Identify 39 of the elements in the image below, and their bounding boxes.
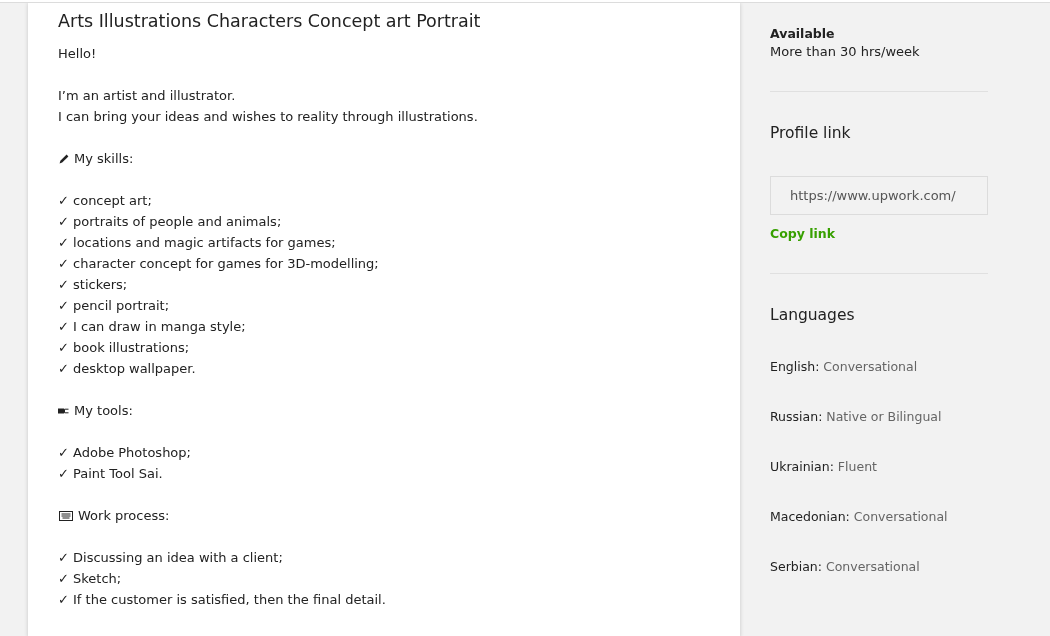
profile-title: Arts Illustrations Characters Concept art Portrait — [58, 10, 481, 33]
list-item: ✓ Sketch; — [58, 570, 122, 588]
keyboard-icon — [59, 510, 73, 521]
language-name: English: — [770, 358, 820, 376]
list-item: ✓ portraits of people and animals; — [58, 213, 282, 231]
language-proficiency: Fluent — [837, 458, 877, 476]
list-item: ✓ Paint Tool Sai. — [58, 465, 163, 483]
list-item: ✓ book illustrations; — [58, 339, 190, 357]
list-item: ✓ If the customer is satisfied, then the final detail. — [58, 591, 386, 609]
section-heading: Work process: — [78, 507, 170, 525]
intro-text: I’m an artist and illustrator. — [58, 87, 236, 105]
availability-value: More than 30 hrs/week — [770, 43, 921, 61]
profile-link-title: Profile link — [770, 123, 851, 144]
section-heading: My tools: — [74, 402, 133, 420]
language-name: Russian: — [770, 408, 823, 426]
pen-icon — [58, 407, 69, 414]
language-proficiency: Conversational — [825, 558, 920, 576]
list-item: ✓ stickers; — [58, 276, 128, 294]
availability-label: Available — [770, 25, 835, 43]
section-heading: My skills: — [74, 150, 134, 168]
list-item: ✓ Adobe Photoshop; — [58, 444, 191, 462]
list-item: ✓ locations and magic artifacts for games; — [58, 234, 336, 252]
url-field[interactable]: https://www.upwork.com/ — [770, 176, 988, 215]
intro-text: Hello! — [58, 45, 97, 63]
languages-title: Languages — [770, 305, 855, 326]
language-name: Serbian: — [770, 558, 822, 576]
pencil-icon — [59, 153, 69, 164]
list-item: ✓ I can draw in manga style; — [58, 318, 246, 336]
language-proficiency: Conversational — [853, 508, 948, 526]
language-proficiency: Conversational — [823, 358, 918, 376]
list-item: ✓ Discussing an idea with a client; — [58, 549, 283, 567]
list-item: ✓ character concept for games for 3D-modelling; — [58, 255, 379, 273]
intro-text: I can bring your ideas and wishes to reality through illustrations. — [58, 108, 478, 126]
list-item: ✓ desktop wallpaper. — [58, 360, 196, 378]
list-item: ✓ concept art; — [58, 192, 152, 210]
list-item: ✓ pencil portrait; — [58, 297, 170, 315]
language-proficiency: Native or Bilingual — [826, 408, 942, 426]
language-name: Macedonian: — [770, 508, 850, 526]
language-name: Ukrainian: — [770, 458, 834, 476]
